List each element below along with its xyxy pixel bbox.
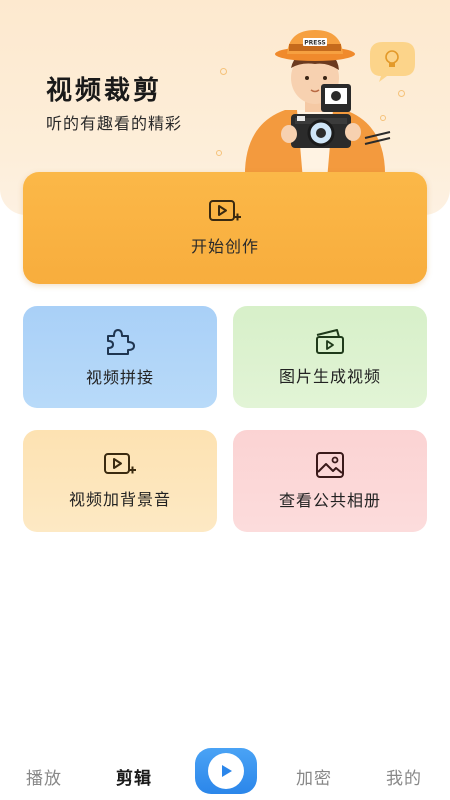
- tab-play[interactable]: 播放: [26, 764, 62, 789]
- tab-mine[interactable]: 我的: [386, 764, 422, 789]
- center-play-button[interactable]: [195, 748, 257, 794]
- lightbulb-bubble-icon: [370, 42, 415, 82]
- video-add-icon: [209, 200, 241, 221]
- hero-title: 视频裁剪: [46, 76, 163, 106]
- start-creating-label: 开始创作: [190, 237, 259, 256]
- photographer-illustration: PRESS: [244, 30, 415, 180]
- tab-encrypt[interactable]: 加密: [296, 764, 332, 789]
- photo-to-video-label: 图片生成视频: [278, 367, 381, 386]
- start-creating-button[interactable]: 开始创作: [23, 172, 427, 284]
- video-add-icon: [104, 453, 136, 474]
- public-album-button[interactable]: 查看公共相册: [233, 430, 427, 532]
- image-icon: [316, 452, 344, 478]
- photo-to-video-icon: [316, 329, 344, 354]
- puzzle-icon: [107, 329, 135, 355]
- add-background-music-button[interactable]: 视频加背景音: [23, 430, 217, 532]
- hero-subtitle: 听的有趣看的精彩: [46, 114, 183, 133]
- video-merge-button[interactable]: 视频拼接: [23, 306, 217, 408]
- photo-to-video-button[interactable]: 图片生成视频: [233, 306, 427, 408]
- svg-text:PRESS: PRESS: [304, 40, 326, 47]
- tab-edit[interactable]: 剪辑: [116, 764, 152, 789]
- video-merge-label: 视频拼接: [85, 368, 154, 387]
- bottom-tab-bar: 播放 剪辑 加密 我的: [0, 744, 450, 800]
- play-icon: [222, 765, 232, 777]
- add-background-music-label: 视频加背景音: [68, 490, 171, 509]
- public-album-label: 查看公共相册: [278, 491, 381, 510]
